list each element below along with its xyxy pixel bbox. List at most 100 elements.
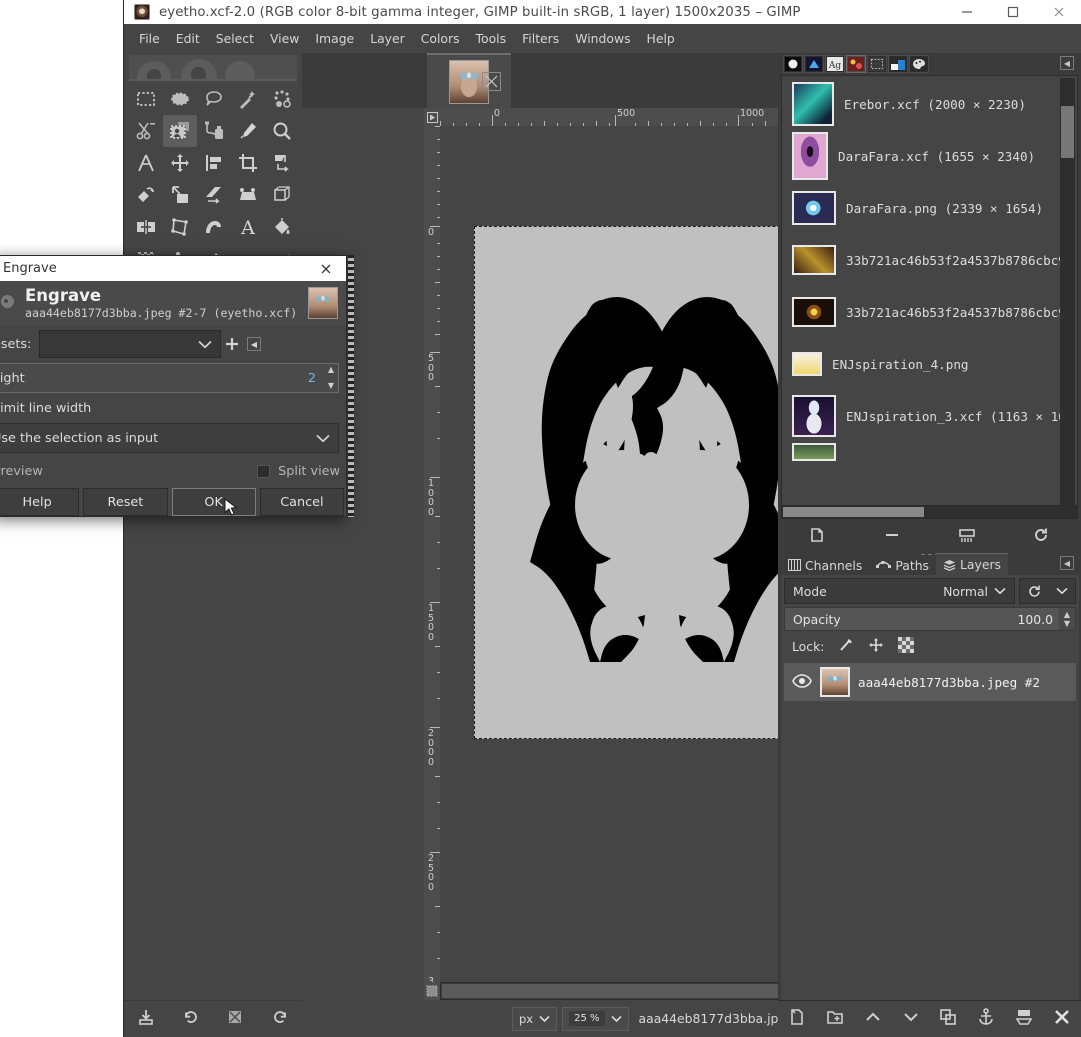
unit-selector[interactable]: px — [512, 1006, 558, 1031]
height-spinner[interactable]: ▲ ▼ — [324, 364, 338, 392]
menu-view[interactable]: View — [262, 28, 307, 49]
tool-scissors-select[interactable] — [129, 115, 163, 147]
dialog-close-button[interactable] — [306, 256, 346, 281]
menu-layer[interactable]: Layer — [362, 28, 413, 49]
dock-menu-icon[interactable]: ◀ — [1060, 56, 1074, 70]
ruler-origin-button[interactable] — [424, 108, 440, 126]
minimize-button[interactable] — [944, 0, 990, 24]
menu-file[interactable]: File — [131, 28, 168, 49]
close-button[interactable] — [1036, 0, 1081, 24]
menu-colors[interactable]: Colors — [413, 28, 468, 49]
tool-paths[interactable] — [197, 115, 231, 147]
reset-button[interactable]: Reset — [83, 488, 168, 516]
tool-unified-transform[interactable] — [265, 147, 299, 179]
layers-dock-menu-icon[interactable]: ◀ — [1060, 556, 1074, 570]
list-item[interactable]: DaraFara.xcf (1655 × 2340) — [784, 130, 1061, 182]
images-list[interactable]: Erebor.xcf (2000 × 2230) DaraFara.xcf (1… — [784, 78, 1061, 518]
tool-fuzzy-select[interactable] — [231, 83, 265, 115]
list-item[interactable]: Erebor.xcf (2000 × 2230) — [784, 78, 1061, 130]
menu-edit[interactable]: Edit — [168, 28, 208, 49]
shred-icon[interactable] — [957, 525, 977, 549]
tab-close-icon[interactable] — [482, 72, 501, 91]
menu-windows[interactable]: Windows — [567, 28, 638, 49]
tool-warp-transform[interactable] — [197, 211, 231, 243]
dock-tab-patterns[interactable] — [804, 55, 824, 73]
restore-tool-options-icon[interactable] — [182, 1008, 200, 1030]
list-item[interactable]: DaraFara.png (2339 × 1654) — [784, 182, 1061, 234]
cancel-button[interactable]: Cancel — [259, 488, 344, 516]
tool-alignment[interactable] — [197, 147, 231, 179]
list-item[interactable]: ENJspiration_3.xcf (1163 × 1000) — [784, 390, 1061, 442]
dock-tab-document-history[interactable] — [867, 55, 887, 73]
selection-input-combobox[interactable]: Use the selection as input — [0, 423, 339, 453]
tool-foreground-select[interactable] — [163, 115, 197, 147]
lower-layer-icon[interactable] — [901, 1007, 921, 1031]
lock-position-icon[interactable] — [868, 637, 884, 656]
list-item[interactable] — [784, 442, 1061, 462]
opacity-spinner[interactable]: ▲ ▼ — [1059, 608, 1075, 630]
raise-layer-icon[interactable] — [863, 1007, 883, 1031]
tool-select-by-color[interactable] — [265, 83, 299, 115]
list-item[interactable]: 33b721ac46b53f2a4537b8786cbc92c8e — [784, 234, 1061, 286]
tool-zoom[interactable] — [265, 115, 299, 147]
delete-layer-icon[interactable] — [1052, 1007, 1072, 1031]
merge-down-icon[interactable] — [1014, 1007, 1034, 1031]
new-layer-group-icon[interactable] — [825, 1007, 845, 1031]
reset-tool-options-icon[interactable] — [271, 1008, 289, 1030]
tool-shear[interactable] — [197, 179, 231, 211]
tool-flip[interactable] — [129, 211, 163, 243]
dock-tab-palettes[interactable] — [909, 55, 929, 73]
dock-tab-images[interactable] — [846, 55, 866, 73]
menu-select[interactable]: Select — [208, 28, 262, 49]
list-item[interactable]: ENJspiration_4.png — [784, 338, 1061, 390]
tool-cage-transform[interactable] — [163, 211, 197, 243]
dock-tab-fonts[interactable]: Ag — [825, 55, 845, 73]
refresh-icon[interactable] — [1031, 525, 1051, 549]
dock-tab-gradients[interactable] — [888, 55, 908, 73]
dock-tab-brushes[interactable] — [783, 55, 803, 73]
vertical-ruler[interactable]: 0 500 1000 1500 2000 2500 3 — [424, 126, 440, 982]
composite-mode-select[interactable] — [1019, 578, 1076, 604]
tool-rotate[interactable] — [129, 179, 163, 211]
tool-ellipse-select[interactable] — [163, 83, 197, 115]
raise-view-icon[interactable] — [808, 525, 828, 549]
menu-tools[interactable]: Tools — [468, 28, 515, 49]
tool-rectangle-select[interactable] — [129, 83, 163, 115]
menu-help[interactable]: Help — [639, 28, 683, 49]
tool-move[interactable] — [163, 147, 197, 179]
tool-3d-transform[interactable] — [265, 179, 299, 211]
images-horizontal-scrollbar[interactable] — [781, 505, 1078, 519]
help-button[interactable]: Help — [0, 488, 80, 516]
tab-paths[interactable]: Paths — [869, 555, 937, 575]
list-item[interactable]: 33b721ac46b53f2a4537b8786cbc92c8e — [784, 286, 1061, 338]
menu-image[interactable]: Image — [307, 28, 362, 49]
layer-row[interactable]: aaa44eb8177d3bba.jpeg #2 — [784, 663, 1076, 701]
layer-visibility-icon[interactable] — [792, 673, 812, 692]
quick-mask-toggle[interactable] — [424, 982, 440, 1000]
tool-scale[interactable] — [163, 179, 197, 211]
tab-layers[interactable]: Layers — [936, 553, 1009, 575]
tool-color-picker[interactable] — [231, 115, 265, 147]
duplicate-layer-icon[interactable] — [938, 1007, 958, 1031]
tool-measure[interactable] — [129, 147, 163, 179]
ok-button[interactable]: OK — [171, 488, 256, 516]
add-preset-button[interactable] — [221, 332, 243, 356]
tool-free-select[interactable] — [197, 83, 231, 115]
anchor-layer-icon[interactable] — [976, 1007, 996, 1031]
presets-combobox[interactable] — [39, 330, 221, 358]
split-view-checkbox[interactable] — [257, 464, 271, 478]
presets-menu-button[interactable]: ◀ — [247, 337, 261, 351]
delete-tool-options-icon[interactable] — [226, 1008, 244, 1030]
images-vertical-scrollbar[interactable] — [1060, 78, 1075, 518]
tool-text[interactable]: A — [231, 211, 265, 243]
zoom-selector[interactable]: 25 % — [562, 1006, 629, 1031]
lock-pixels-icon[interactable] — [838, 637, 854, 656]
preview-label[interactable]: Preview — [0, 464, 43, 479]
layer-mode-select[interactable]: Mode Normal — [784, 578, 1015, 604]
maximize-button[interactable] — [990, 0, 1036, 24]
tool-crop[interactable] — [231, 147, 265, 179]
layer-opacity-slider[interactable]: Opacity 100.0 ▲ ▼ — [784, 607, 1076, 631]
limit-line-width-row[interactable]: Limit line width — [0, 396, 346, 421]
height-spinner-row[interactable]: eight 2 ▲▼ — [0, 363, 339, 393]
lock-alpha-icon[interactable] — [898, 636, 915, 656]
